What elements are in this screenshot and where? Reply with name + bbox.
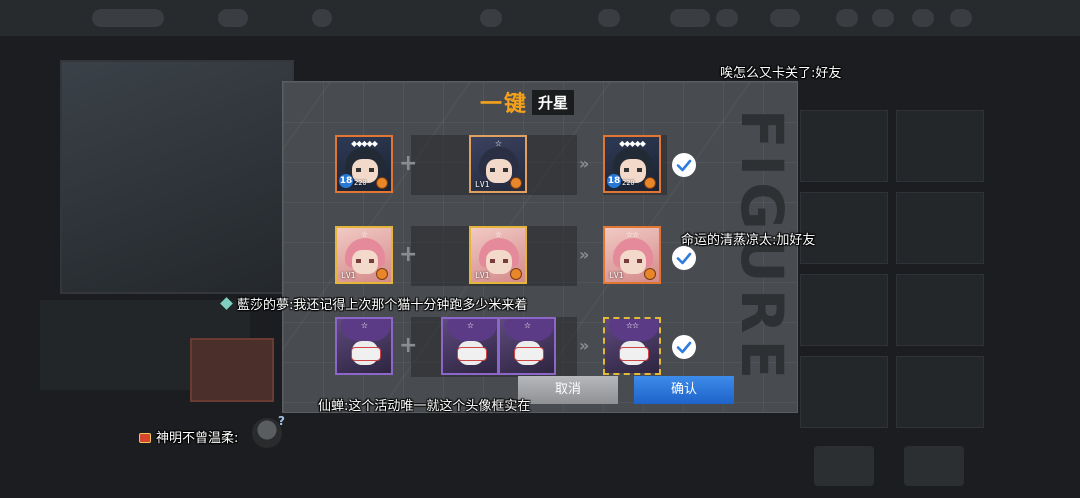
result-card[interactable]: ◆◆◆◆◆ 18 220 bbox=[603, 135, 661, 193]
dialog-title-sub: 升星 bbox=[532, 89, 575, 115]
chat-message: 唉怎么又卡关了:好友 bbox=[720, 66, 842, 81]
avatar-frame-preview bbox=[190, 338, 274, 402]
double-chevron-right-icon: » bbox=[579, 336, 589, 355]
material-card[interactable]: ☆ bbox=[498, 317, 556, 375]
chat-message: 藍莎的夢:我还记得上次那个猫十分钟跑多少米来着 bbox=[237, 298, 528, 313]
source-card[interactable]: ◆◆◆◆◆ 18 220 bbox=[335, 135, 393, 193]
inventory-grid bbox=[800, 110, 990, 440]
chat-message: 神明不曾温柔: bbox=[156, 431, 239, 446]
faction-emblem-icon bbox=[376, 177, 388, 189]
chat-message: 仙蝉:这个活动唯一就这个头像框实在 bbox=[318, 399, 531, 414]
material-card[interactable]: ☆ LV1 bbox=[469, 226, 527, 284]
cancel-button[interactable]: 取消 bbox=[518, 376, 618, 404]
faction-emblem-icon bbox=[376, 268, 388, 280]
faction-emblem-icon bbox=[644, 177, 656, 189]
result-card[interactable]: ☆☆ LV1 bbox=[603, 226, 661, 284]
dialog-title-main: 一键 bbox=[480, 92, 529, 117]
upgrade-row-3: ☆ + ☆ ☆ » ☆☆ bbox=[335, 317, 755, 381]
confirm-button[interactable]: 确认 bbox=[634, 376, 734, 404]
rank-badge-icon bbox=[139, 433, 151, 443]
plus-icon: + bbox=[399, 242, 418, 267]
plus-icon: + bbox=[399, 151, 418, 176]
faction-emblem-icon bbox=[510, 177, 522, 189]
double-chevron-right-icon: » bbox=[579, 154, 589, 173]
source-card[interactable]: ☆ LV1 bbox=[335, 226, 393, 284]
material-card[interactable]: ☆ LV1 bbox=[469, 135, 527, 193]
faction-emblem-icon bbox=[644, 268, 656, 280]
chat-message: 命运的清蒸凉太:加好友 bbox=[681, 233, 816, 248]
checkmark-icon[interactable] bbox=[672, 246, 696, 270]
chat-message-row: 藍莎的夢:我还记得上次那个猫十分钟跑多少米来着 bbox=[220, 294, 528, 313]
bottom-menu bbox=[800, 440, 1000, 490]
checkmark-icon[interactable] bbox=[672, 153, 696, 177]
double-chevron-right-icon: » bbox=[579, 245, 589, 264]
upgrade-row-1: ◆◆◆◆◆ 18 220 + ☆ LV1 » ◆◆◆◆◆ 18 220 bbox=[335, 135, 755, 199]
faction-emblem-icon bbox=[510, 268, 522, 280]
plus-icon: + bbox=[399, 333, 418, 358]
chat-message-row: 神明不曾温柔: bbox=[139, 427, 238, 446]
top-resource-bar bbox=[0, 0, 1080, 36]
material-card[interactable]: ☆ bbox=[441, 317, 499, 375]
chat-sticker-avatar: ? bbox=[252, 414, 285, 448]
dialog-title: 一键 升星 bbox=[480, 88, 575, 117]
source-card[interactable]: ☆ bbox=[335, 317, 393, 375]
checkmark-icon[interactable] bbox=[672, 335, 696, 359]
character-portrait-panel bbox=[60, 60, 294, 294]
diamond-icon bbox=[220, 297, 233, 310]
result-card[interactable]: ☆☆ bbox=[603, 317, 661, 375]
